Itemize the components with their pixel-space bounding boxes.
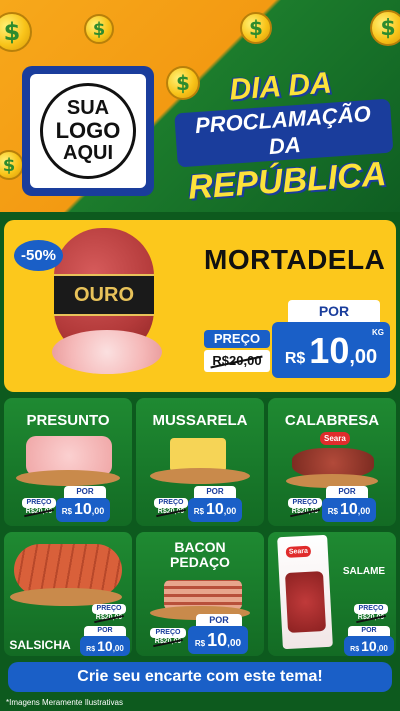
por-label: POR (326, 486, 368, 498)
mortadela-slices-image (52, 330, 162, 374)
price-box: R$ 10 ,00 (80, 636, 130, 656)
product-name: BACON PEDAÇO (170, 539, 230, 571)
product-name: SALSICHA (9, 638, 71, 652)
coin-icon: $ (370, 10, 400, 46)
old-price: R$20,00 (357, 614, 385, 621)
price-box: R$ 10 ,00 (188, 498, 242, 522)
price-box: R$ 10 ,00 (188, 626, 248, 654)
old-price: R$20,00 (25, 508, 53, 515)
product-name: SALAME (342, 566, 386, 577)
create-flyer-button[interactable]: Crie seu encarte com este tema! (8, 662, 392, 692)
price-box: R$ 10 ,00 (56, 498, 110, 522)
board-image (150, 468, 250, 484)
preco-label: PREÇO (288, 498, 322, 508)
preco-label: PREÇO (354, 604, 388, 614)
board-image (16, 470, 120, 486)
seara-logo: Seara (285, 545, 312, 558)
price-integer: 10 (309, 330, 350, 371)
por-label: POR (196, 614, 242, 626)
mussarela-image (170, 438, 226, 472)
logo-line-2: LOGO (55, 118, 121, 144)
product-name: CALABRESA (284, 412, 380, 429)
product-name: PRESUNTO (26, 412, 110, 429)
featured-product-name: MORTADELA (204, 244, 386, 275)
por-label: POR (194, 486, 236, 498)
product-name: MUSSARELA (152, 412, 248, 429)
price-box: R$ 10 ,00 (344, 636, 394, 656)
old-price: R$20,00 (157, 508, 185, 515)
preco-label: PREÇO (154, 498, 188, 508)
por-label: POR (84, 626, 126, 636)
old-price: R$20,00 (95, 614, 123, 621)
logo-placeholder: SUA LOGO AQUI (22, 66, 154, 196)
price-box: R$ 10 ,00 (322, 498, 376, 522)
old-price: R$20,00 (154, 638, 182, 645)
logo-line-3: AQUI (63, 141, 113, 164)
header-banner: $ $ $ $ $ $ SUA LOGO AQUI DIA DA PROCLAM… (0, 0, 400, 212)
page-title: DIA DA PROCLAMAÇÃO DA REPÚBLICA (166, 62, 400, 209)
discount-badge: -50% (14, 240, 64, 271)
featured-product-card: -50% OURO MORTADELA POR PREÇO R$20,00 R$… (4, 220, 396, 392)
price-decimal: ,00 (349, 346, 378, 368)
price-unit: KG (372, 328, 384, 337)
por-label: POR (288, 300, 380, 322)
por-label: POR (64, 486, 106, 498)
salame-package-image: Seara (277, 534, 333, 650)
preco-label: PREÇO (150, 628, 186, 638)
preco-label: PREÇO (22, 498, 56, 508)
coin-icon: $ (240, 12, 272, 44)
old-price: R$20,00 (204, 350, 270, 372)
por-label: POR (348, 626, 390, 636)
logo-circle: SUA LOGO AQUI (40, 83, 136, 179)
coin-icon: $ (0, 12, 32, 52)
seara-logo: Seara (320, 432, 350, 445)
preco-label: PREÇO (204, 330, 270, 348)
logo-line-1: SUA (66, 97, 110, 120)
coin-icon: $ (84, 14, 114, 44)
coin-icon: $ (0, 150, 24, 180)
preco-label: PREÇO (92, 604, 126, 614)
mortadela-brand: OURO (54, 274, 154, 316)
price-box: R$ 10 ,00 KG (272, 322, 390, 378)
price-currency: R$ (284, 350, 306, 367)
disclaimer-note: *Imagens Meramente Ilustrativas (6, 698, 123, 707)
old-price: R$20,00 (291, 508, 319, 515)
